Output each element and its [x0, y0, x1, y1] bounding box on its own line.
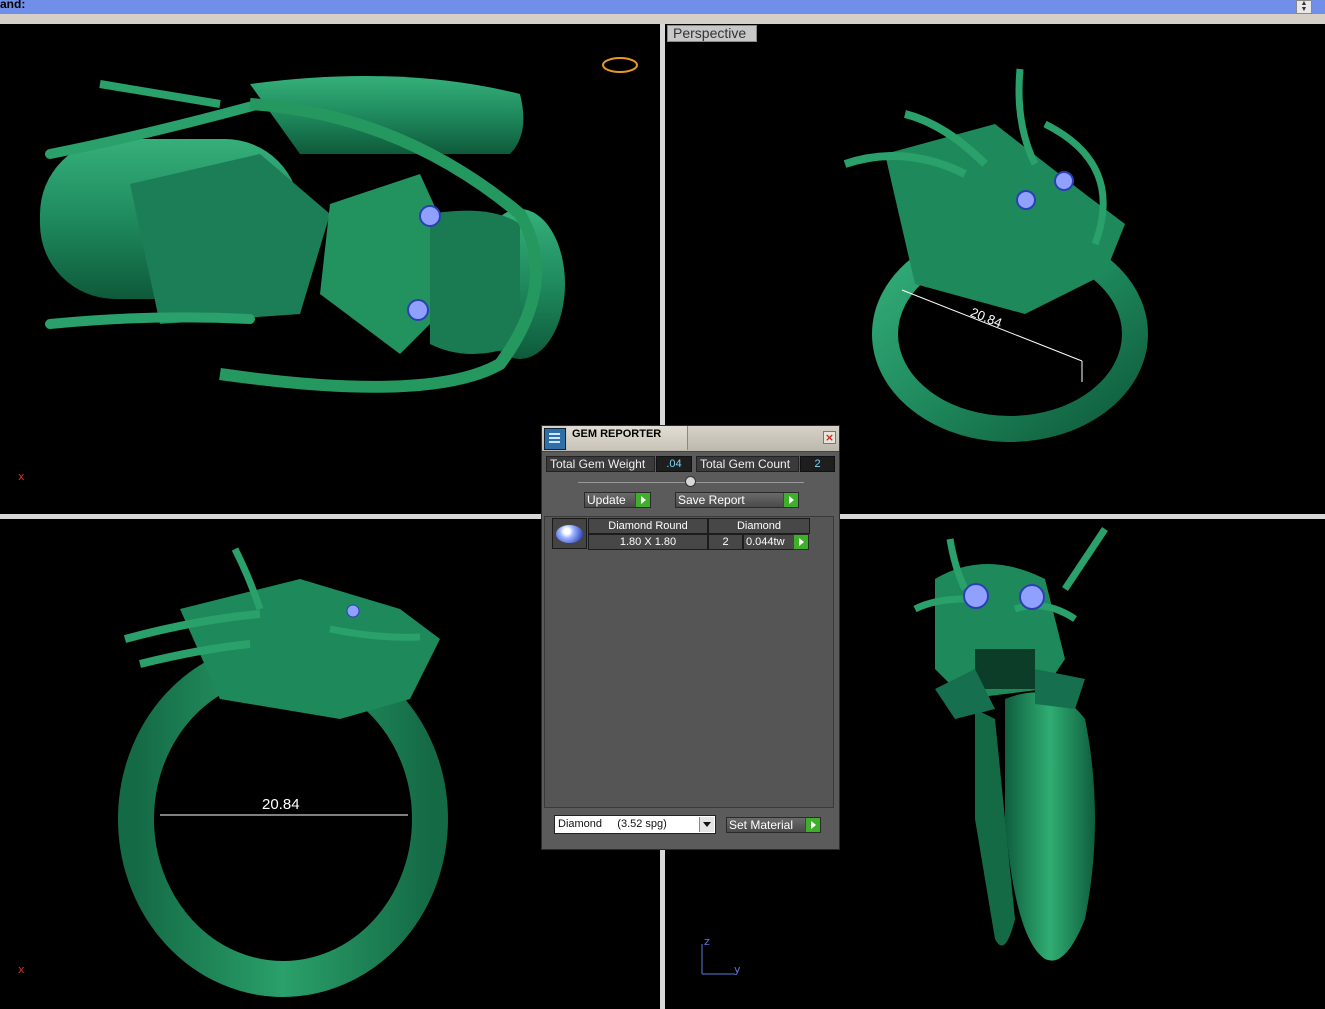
- save-report-button[interactable]: Save Report: [675, 492, 799, 508]
- set-material-button[interactable]: Set Material: [726, 817, 821, 833]
- gem-list[interactable]: Diamond Round Diamond 1.80 X 1.80 2 0.04…: [544, 516, 834, 808]
- play-icon: [805, 818, 820, 832]
- gem-material-cell[interactable]: Diamond: [708, 518, 810, 534]
- command-scroll-button[interactable]: ▲ ▼: [1296, 0, 1312, 14]
- gem-reporter-title: GEM REPORTER: [572, 428, 662, 440]
- axis-z-label: z: [704, 935, 710, 948]
- axis-y-label: y: [734, 963, 741, 976]
- update-button-label: Update: [587, 493, 626, 507]
- close-icon[interactable]: ×: [823, 431, 836, 444]
- viewport-label-perspective[interactable]: Perspective: [667, 25, 757, 42]
- command-label: and:: [0, 0, 26, 11]
- gem-shape-cell[interactable]: Diamond Round: [588, 518, 708, 534]
- gem-count-cell[interactable]: 2: [708, 534, 743, 550]
- ring-diameter-label-front: 20.84: [262, 796, 300, 813]
- material-select-value: Diamond (3.52 spg): [558, 818, 667, 830]
- total-gem-weight-value: .04: [656, 456, 692, 472]
- material-select[interactable]: Diamond (3.52 spg): [554, 815, 716, 834]
- chevron-down-icon[interactable]: [699, 817, 714, 832]
- play-icon: [783, 493, 798, 507]
- update-button[interactable]: Update: [584, 492, 651, 508]
- total-gem-weight-label: Total Gem Weight: [546, 456, 655, 472]
- play-icon: [635, 493, 650, 507]
- command-bar: and: ▲ ▼: [0, 0, 1325, 15]
- collapse-toggle[interactable]: [685, 476, 696, 487]
- round-diamond-icon: [552, 518, 587, 549]
- axis-x-label: x: [18, 470, 25, 483]
- gem-row-go-button[interactable]: [793, 534, 809, 550]
- gem-size-cell[interactable]: 1.80 X 1.80: [588, 534, 708, 550]
- gem-reporter-panel: GEM REPORTER × Total Gem Weight .04 Tota…: [541, 425, 840, 850]
- gem-weight-cell[interactable]: 0.044tw: [743, 534, 795, 550]
- axis-x-label: x: [18, 963, 25, 976]
- gem-reporter-titlebar[interactable]: GEM REPORTER ×: [542, 426, 839, 452]
- save-report-button-label: Save Report: [678, 493, 745, 507]
- total-gem-count-value: 2: [800, 456, 835, 472]
- set-material-button-label: Set Material: [729, 818, 794, 832]
- play-icon: [793, 535, 808, 549]
- gem-reporter-app-icon: [544, 428, 566, 450]
- total-gem-count-label: Total Gem Count: [696, 456, 799, 472]
